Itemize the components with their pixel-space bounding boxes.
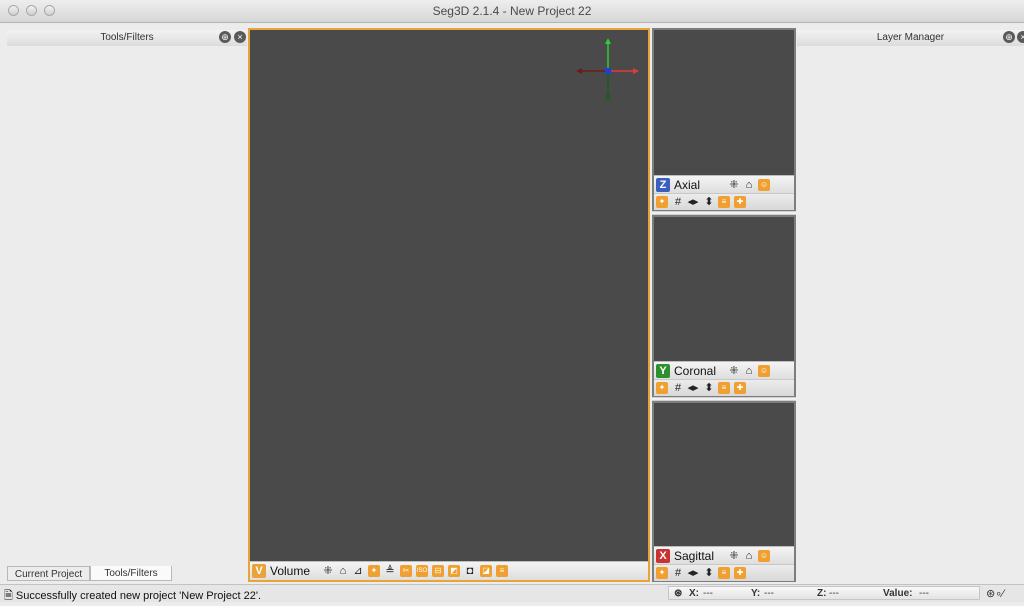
orientation-axes-icon [576,38,639,101]
visibility-icon[interactable]: ☺ [758,365,770,377]
light-icon[interactable]: ◩ [448,565,460,577]
flip-vertical-icon[interactable]: ⬍ [703,382,715,394]
overlay-icon[interactable]: ≡ [718,196,730,208]
coronal-viewer[interactable]: Y Coronal ⁜ ⌂ ☺ ✦ # ◂▸ ⬍ ≡ ✚ [652,215,796,397]
snap-icon[interactable]: ✚ [734,382,746,394]
status-message: 🗎 Successfully created new project 'New … [4,590,261,602]
layer-manager-panel [797,46,1024,582]
close-icon[interactable]: × [234,31,246,43]
tab-tools-filters[interactable]: Tools/Filters [90,566,172,581]
collapse-icon[interactable]: ⁜ [322,565,334,577]
axial-viewer[interactable]: Z Axial ⁜ ⌂ ☺ ✦ # ◂▸ ⬍ ≡ ✚ [652,28,796,211]
picking-icon[interactable]: ✦ [368,565,380,577]
snap-icon[interactable]: ✚ [734,196,746,208]
lock-icon[interactable]: ⌂ [743,550,755,562]
visibility-icon[interactable]: ☺ [758,550,770,562]
volume-viewer-toolbar: V Volume ⁜ ⌂ ⊿ ✦ ≜ ✂ ISO ⊟ ◩ ◘ ◪ ≡ [250,561,648,580]
visibility-icon[interactable]: ☺ [758,179,770,191]
volume-viewer[interactable]: V Volume ⁜ ⌂ ⊿ ✦ ≜ ✂ ISO ⊟ ◩ ◘ ◪ ≡ [248,28,650,582]
snap-icon[interactable]: ✚ [734,567,746,579]
value-label: Value: [883,588,913,599]
picking-icon[interactable]: ✦ [656,382,668,394]
coronal-toolbar: Y Coronal ⁜ ⌂ ☺ [654,361,794,379]
z-label: Z: [817,588,827,599]
bbox-icon[interactable]: ⊟ [432,565,444,577]
viewer-mode-button[interactable]: V [252,564,266,578]
grid-icon[interactable]: # [672,382,684,394]
window-titlebar: Seg3D 2.1.4 - New Project 22 [0,0,1024,23]
window-title: Seg3D 2.1.4 - New Project 22 [432,4,592,18]
collapse-icon[interactable]: ⁜ [728,365,740,377]
tab-current-project[interactable]: Current Project [7,566,90,581]
cursor-icon: ⊛ [674,588,683,599]
axial-mode-button[interactable]: Z [656,178,670,192]
sagittal-toolbar: X Sagittal ⁜ ⌂ ☺ [654,546,794,564]
coronal-mode-button[interactable]: Y [656,364,670,378]
overlay-icon[interactable]: ≡ [718,382,730,394]
collapse-icon[interactable]: ⁜ [728,550,740,562]
picking-icon[interactable]: ✦ [656,196,668,208]
y-value: --- [764,588,774,599]
float-icon[interactable]: ⊕ [1003,31,1015,43]
right-dock-header: Layer Manager ⊕ × [797,30,1024,47]
clipping-icon[interactable]: ✂ [400,565,412,577]
settings-icon[interactable]: ⊛∘⁄ [986,587,1004,600]
viewer-mode-label[interactable]: Volume [270,564,310,578]
value-value: --- [919,588,929,599]
flip-horizontal-icon[interactable]: ◂▸ [687,196,699,208]
sagittal-viewer[interactable]: X Sagittal ⁜ ⌂ ☺ ✦ # ◂▸ ⬍ ≡ ✚ [652,401,796,582]
tools-filters-panel [7,46,247,563]
picking-icon[interactable]: ✦ [656,567,668,579]
sagittal-toolbar-2: ✦ # ◂▸ ⬍ ≡ ✚ [654,564,794,581]
collapse-icon[interactable]: ⁜ [728,179,740,191]
snap-icon[interactable]: ≡ [496,565,508,577]
sagittal-label[interactable]: Sagittal [674,549,714,563]
x-value: --- [703,588,713,599]
slices-icon[interactable]: ≜ [384,565,396,577]
axial-label[interactable]: Axial [674,178,700,192]
status-bar: 🗎 Successfully created new project 'New … [0,584,1024,602]
coronal-toolbar-2: ✦ # ◂▸ ⬍ ≡ ✚ [654,379,794,396]
x-label: X: [689,588,699,599]
lock-icon[interactable]: ⌂ [743,179,755,191]
lock-icon[interactable]: ⌂ [743,365,755,377]
right-dock-title: Layer Manager [876,32,945,43]
overlay-icon[interactable]: ◘ [464,565,476,577]
coordinate-readout: ⊛ X: --- Y: --- Z: --- Value: --- [668,586,980,600]
float-icon[interactable]: ⊕ [219,31,231,43]
overlay-icon[interactable]: ≡ [718,567,730,579]
orientation-icon[interactable]: ◪ [480,565,492,577]
sagittal-mode-button[interactable]: X [656,549,670,563]
z-value: --- [829,588,839,599]
grid-icon[interactable]: ⊿ [352,565,364,577]
flip-vertical-icon[interactable]: ⬍ [703,196,715,208]
flip-horizontal-icon[interactable]: ◂▸ [687,567,699,579]
coronal-label[interactable]: Coronal [674,364,716,378]
grid-icon[interactable]: # [672,196,684,208]
flip-horizontal-icon[interactable]: ◂▸ [687,382,699,394]
close-icon[interactable]: × [1017,31,1024,43]
axial-toolbar: Z Axial ⁜ ⌂ ☺ [654,175,794,193]
lock-icon[interactable]: ⌂ [337,565,349,577]
flip-vertical-icon[interactable]: ⬍ [703,567,715,579]
document-icon: 🗎 [4,590,16,602]
left-dock-title: Tools/Filters [100,32,154,43]
left-dock-header: Tools/Filters ⊕ × [7,30,247,47]
grid-icon[interactable]: # [672,567,684,579]
y-label: Y: [751,588,761,599]
axial-toolbar-2: ✦ # ◂▸ ⬍ ≡ ✚ [654,193,794,210]
iso-icon[interactable]: ISO [416,565,428,577]
